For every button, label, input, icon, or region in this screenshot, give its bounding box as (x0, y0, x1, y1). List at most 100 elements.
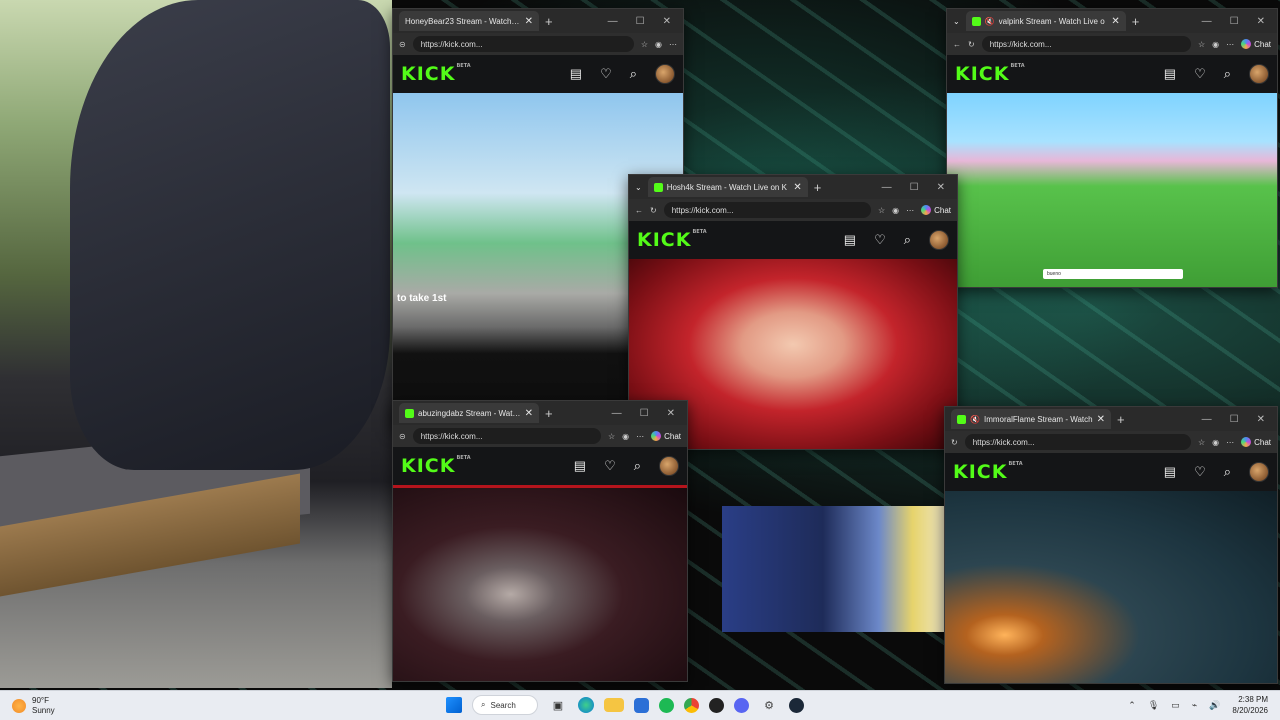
kick-logo[interactable]: KICK BETA (953, 461, 1023, 483)
minimize-button[interactable]: — (1202, 16, 1212, 27)
chat-button[interactable]: Chat (651, 431, 681, 441)
avatar[interactable] (1249, 462, 1269, 482)
star-icon[interactable]: ☆ (641, 40, 648, 49)
task-view-icon[interactable]: ▣ (548, 695, 568, 715)
steam-icon[interactable] (789, 697, 804, 713)
reload-icon[interactable]: ↻ (968, 40, 975, 49)
browse-icon[interactable]: ▤ (1164, 66, 1176, 82)
more-icon[interactable]: ⋯ (1226, 438, 1234, 447)
minimize-button[interactable]: — (612, 408, 622, 419)
url-field[interactable]: https://kick.com... (964, 434, 1191, 450)
search-icon[interactable]: ⌕ (630, 66, 637, 82)
star-icon[interactable]: ☆ (878, 206, 885, 215)
minimize-button[interactable]: — (608, 16, 618, 27)
new-tab-button[interactable]: + (814, 180, 822, 195)
star-icon[interactable]: ☆ (1198, 438, 1205, 447)
stream-video[interactable] (945, 491, 1277, 683)
chevron-up-icon[interactable]: ⌃ (1128, 700, 1136, 711)
profile-icon[interactable]: ◉ (1212, 40, 1219, 49)
kick-logo[interactable]: KICK BETA (401, 63, 471, 85)
browse-icon[interactable]: ▤ (1164, 464, 1176, 480)
reload-icon[interactable]: ↻ (951, 438, 958, 447)
close-icon[interactable]: ✕ (1097, 414, 1105, 425)
tab-valpink[interactable]: 🔇 valpink Stream - Watch Live o ✕ (965, 11, 1126, 31)
new-tab-button[interactable]: + (545, 406, 553, 421)
search-icon[interactable]: ⌕ (1224, 464, 1231, 480)
search-box[interactable]: ⌕ Search (472, 695, 538, 715)
back-arrow-icon[interactable]: ← (953, 40, 961, 49)
more-icon[interactable]: ⋯ (636, 432, 644, 441)
stream-video[interactable] (393, 485, 687, 681)
url-field[interactable]: https://kick.com... (412, 36, 634, 52)
tab-abuzingdabz[interactable]: abuzingdabz Stream - Watch Live ✕ (399, 403, 539, 423)
stream-video[interactable]: bueno (947, 93, 1277, 287)
display-icon[interactable]: ▭ (1171, 700, 1180, 711)
heart-icon[interactable]: ♡ (604, 458, 616, 474)
heart-icon[interactable]: ♡ (1194, 66, 1206, 82)
tab-list-icon[interactable]: ⌄ (953, 17, 960, 26)
tab-hosh4k[interactable]: Hosh4k Stream - Watch Live on K ✕ (647, 177, 808, 197)
new-tab-button[interactable]: + (1117, 412, 1125, 427)
close-window-button[interactable]: ✕ (1257, 414, 1265, 425)
discord-icon[interactable] (734, 697, 749, 713)
chat-button[interactable]: Chat (1241, 437, 1271, 447)
new-tab-button[interactable]: + (1132, 14, 1140, 29)
browser-window-abuzingdabz[interactable]: abuzingdabz Stream - Watch Live ✕ + —☐✕ … (392, 400, 688, 682)
reload-icon[interactable]: ↻ (650, 206, 657, 215)
url-field[interactable]: https://kick.com... (663, 202, 871, 218)
file-explorer-icon[interactable] (604, 698, 624, 712)
close-icon[interactable]: ✕ (793, 182, 801, 193)
browser-window-immoralflame[interactable]: 🔇 ImmoralFlame Stream - Watch ✕ + — ☐ ✕ ↻ … (944, 406, 1278, 684)
profile-icon[interactable]: ◉ (892, 206, 899, 215)
kick-logo[interactable]: KICK BETA (955, 63, 1025, 85)
profile-icon[interactable]: ◉ (622, 432, 629, 441)
avatar[interactable] (659, 456, 679, 476)
more-icon[interactable]: ⋯ (1226, 40, 1234, 49)
heart-icon[interactable]: ♡ (600, 66, 612, 82)
obs-icon[interactable] (709, 697, 724, 713)
maximize-button[interactable]: ☐ (1230, 414, 1239, 425)
kick-logo[interactable]: KICK BETA (401, 455, 471, 477)
close-icon[interactable]: ✕ (525, 16, 533, 27)
kick-logo[interactable]: KICK BETA (637, 229, 707, 251)
chrome-icon[interactable] (684, 697, 699, 713)
settings-gear-icon[interactable]: ⚙ (759, 695, 779, 715)
search-icon[interactable]: ⌕ (634, 458, 641, 474)
close-icon[interactable]: ✕ (525, 408, 533, 419)
close-window-button[interactable]: ✕ (667, 408, 675, 419)
browser-window-valpink[interactable]: ⌄ 🔇 valpink Stream - Watch Live o ✕ + — ☐… (946, 8, 1278, 288)
close-icon[interactable]: ✕ (1111, 16, 1119, 27)
mute-icon[interactable]: 🔇 (985, 17, 995, 26)
maximize-button[interactable]: ☐ (640, 408, 649, 419)
url-field[interactable]: https://kick.com... (412, 428, 601, 444)
avatar[interactable] (1249, 64, 1269, 84)
tab-immoralflame[interactable]: 🔇 ImmoralFlame Stream - Watch ✕ (951, 409, 1111, 429)
edge-icon[interactable] (578, 697, 594, 713)
profile-icon[interactable]: ◉ (1212, 438, 1219, 447)
microphone-icon[interactable]: 🎙 (1148, 700, 1159, 711)
windows-start-icon[interactable] (446, 697, 462, 713)
search-icon[interactable]: ⌕ (1224, 66, 1231, 82)
back-arrow-icon[interactable]: ← (635, 206, 643, 215)
browse-icon[interactable]: ▤ (844, 232, 856, 248)
url-field[interactable]: https://kick.com... (981, 36, 1191, 52)
maximize-button[interactable]: ☐ (636, 16, 645, 27)
chat-button[interactable]: Chat (921, 205, 951, 215)
close-window-button[interactable]: ✕ (937, 182, 945, 193)
spotify-icon[interactable] (659, 697, 674, 713)
profile-icon[interactable]: ◉ (655, 40, 662, 49)
minimize-button[interactable]: — (1202, 414, 1212, 425)
star-icon[interactable]: ☆ (608, 432, 615, 441)
tab-list-icon[interactable]: ⌄ (635, 183, 642, 192)
close-window-button[interactable]: ✕ (1257, 16, 1265, 27)
maximize-button[interactable]: ☐ (1230, 16, 1239, 27)
heart-icon[interactable]: ♡ (874, 232, 886, 248)
weather-widget[interactable]: 90°F Sunny (0, 696, 200, 716)
avatar[interactable] (655, 64, 675, 84)
new-tab-button[interactable]: + (545, 14, 553, 29)
more-icon[interactable]: ⋯ (906, 206, 914, 215)
mute-icon[interactable]: 🔇 (970, 415, 980, 424)
browse-icon[interactable]: ▤ (574, 458, 586, 474)
avatar[interactable] (929, 230, 949, 250)
heart-icon[interactable]: ♡ (1194, 464, 1206, 480)
